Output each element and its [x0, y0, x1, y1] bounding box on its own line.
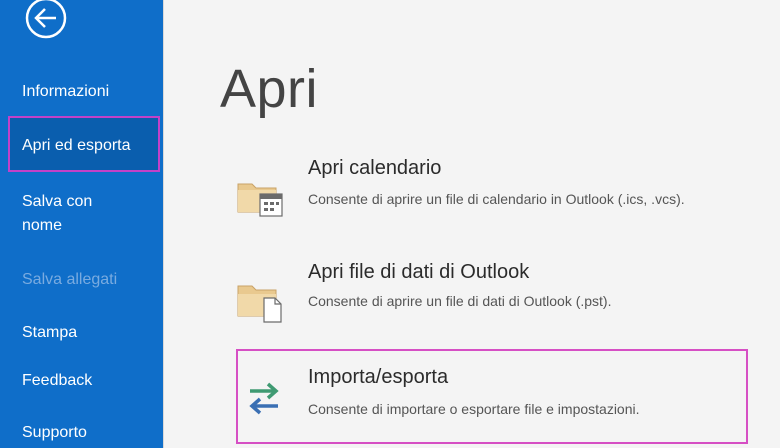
option-title: Importa/esporta	[308, 366, 449, 388]
sidebar-item-feedback[interactable]: Feedback	[22, 369, 92, 393]
sidebar-divider	[163, 0, 164, 448]
back-button[interactable]	[16, 0, 72, 42]
option-title: Apri calendario	[308, 157, 442, 179]
option-title: Apri file di dati di Outlook	[308, 261, 530, 283]
calendar-folder-icon	[236, 174, 286, 225]
option-description: Consente di aprire un file di calendario…	[308, 191, 685, 207]
sidebar-item-stampa[interactable]: Stampa	[22, 321, 77, 345]
import-export-option[interactable]: Importa/esporta Consente di importare o …	[236, 349, 748, 444]
import-export-arrows-icon	[244, 381, 284, 422]
sidebar-item-salva-allegati: Salva allegati	[22, 271, 118, 288]
back-arrow-icon	[25, 0, 67, 39]
sidebar-item-salva-con-nome[interactable]: Salva con nome	[22, 190, 132, 238]
open-calendar-option[interactable]: Apri calendario Consente di aprire un fi…	[236, 152, 746, 248]
data-file-folder-icon	[236, 276, 286, 329]
sidebar-item-apri-ed-esporta[interactable]: Apri ed esporta	[22, 134, 131, 158]
open-outlook-data-file-option[interactable]: Apri file di dati di Outlook Consente di…	[236, 256, 746, 352]
sidebar-item-informazioni[interactable]: Informazioni	[22, 80, 109, 104]
option-description: Consente di importare o esportare file e…	[308, 401, 640, 417]
sidebar-item-supporto[interactable]: Supporto	[22, 421, 87, 445]
page-title: Apri	[220, 59, 319, 119]
option-description: Consente di aprire un file di dati di Ou…	[308, 293, 612, 309]
